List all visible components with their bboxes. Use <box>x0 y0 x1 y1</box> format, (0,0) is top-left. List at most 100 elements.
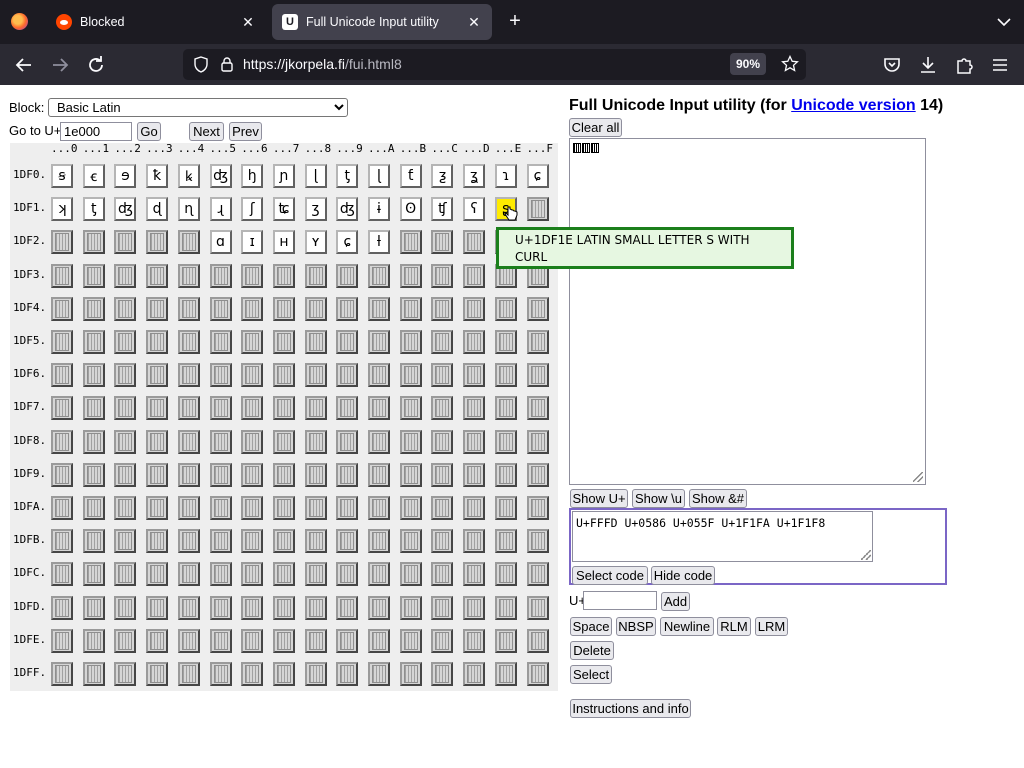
char-cell[interactable] <box>336 562 359 587</box>
char-cell[interactable] <box>431 330 454 354</box>
newline-button[interactable]: Newline <box>660 617 714 636</box>
char-cell[interactable] <box>431 496 454 520</box>
char-cell[interactable] <box>463 562 486 587</box>
char-cell[interactable] <box>241 263 264 288</box>
char-cell[interactable] <box>304 263 327 288</box>
char-cell[interactable] <box>463 330 486 354</box>
char-cell[interactable] <box>272 330 295 354</box>
close-tab-icon[interactable]: ✕ <box>240 14 256 31</box>
char-cell[interactable] <box>494 363 517 388</box>
char-cell[interactable] <box>431 529 454 554</box>
char-cell[interactable] <box>241 628 264 653</box>
add-button[interactable]: Add <box>661 592 690 611</box>
char-cell[interactable] <box>304 496 327 520</box>
char-cell[interactable] <box>494 296 517 321</box>
char-cell[interactable] <box>336 429 359 454</box>
char-cell[interactable]: ɑ <box>209 230 232 255</box>
char-cell[interactable] <box>177 396 200 421</box>
char-cell[interactable] <box>209 628 232 653</box>
shield-icon[interactable] <box>193 56 209 73</box>
char-cell[interactable] <box>146 595 169 620</box>
char-cell[interactable] <box>209 429 232 454</box>
nbsp-button[interactable]: NBSP <box>616 617 656 636</box>
char-cell[interactable] <box>146 562 169 587</box>
char-cell[interactable] <box>177 529 200 554</box>
char-cell[interactable] <box>82 296 105 321</box>
download-icon[interactable] <box>916 53 940 77</box>
output-textarea[interactable] <box>569 138 926 485</box>
show-u-plus-button[interactable]: Show U+ <box>570 489 628 508</box>
char-cell[interactable] <box>494 462 517 487</box>
code-textarea[interactable]: U+FFFD U+0586 U+055F U+1F1FA U+1F1F8 <box>572 511 873 562</box>
char-cell[interactable]: ƭ <box>399 164 422 188</box>
char-cell[interactable] <box>399 595 422 620</box>
char-cell[interactable] <box>526 396 549 421</box>
char-cell[interactable] <box>463 230 486 255</box>
char-cell[interactable] <box>82 462 105 487</box>
char-cell[interactable] <box>114 595 137 620</box>
char-cell[interactable] <box>463 363 486 388</box>
char-cell[interactable]: ʜ <box>272 230 295 255</box>
char-cell[interactable] <box>526 595 549 620</box>
char-cell[interactable] <box>82 263 105 288</box>
char-cell[interactable] <box>82 496 105 520</box>
char-cell[interactable] <box>494 628 517 653</box>
char-cell[interactable] <box>336 595 359 620</box>
char-cell[interactable] <box>209 562 232 587</box>
char-cell[interactable] <box>368 296 390 321</box>
char-cell[interactable] <box>241 363 264 388</box>
char-cell[interactable] <box>82 330 105 354</box>
char-cell[interactable]: ʞ <box>51 197 73 222</box>
show-backslash-u-button[interactable]: Show \u <box>632 489 685 508</box>
char-cell[interactable] <box>368 263 390 288</box>
char-cell[interactable] <box>304 628 327 653</box>
char-cell[interactable] <box>241 296 264 321</box>
char-cell[interactable] <box>431 462 454 487</box>
char-cell[interactable] <box>146 429 169 454</box>
char-cell[interactable] <box>431 595 454 620</box>
char-cell[interactable] <box>368 462 390 487</box>
char-cell[interactable] <box>526 330 549 354</box>
char-cell[interactable] <box>304 396 327 421</box>
char-cell[interactable] <box>463 263 486 288</box>
char-cell[interactable]: ƫ <box>82 197 105 222</box>
char-cell[interactable] <box>399 462 422 487</box>
char-cell[interactable]: ʃ <box>241 197 264 222</box>
char-cell[interactable]: ʤ <box>114 197 137 222</box>
char-cell[interactable] <box>336 330 359 354</box>
url-text[interactable]: https://jkorpela.fi/fui.html8 <box>243 56 402 72</box>
char-cell[interactable] <box>526 429 549 454</box>
char-cell[interactable] <box>241 529 264 554</box>
char-cell[interactable] <box>368 330 390 354</box>
space-button[interactable]: Space <box>570 617 612 636</box>
new-tab-icon[interactable]: + <box>505 10 525 32</box>
goto-input[interactable] <box>60 122 132 141</box>
char-cell[interactable] <box>114 529 137 554</box>
hide-code-button[interactable]: Hide code <box>651 566 715 585</box>
char-cell[interactable] <box>82 662 105 686</box>
char-cell[interactable] <box>177 595 200 620</box>
clear-all-button[interactable]: Clear all <box>569 118 622 137</box>
char-cell[interactable] <box>272 628 295 653</box>
char-cell[interactable] <box>526 496 549 520</box>
char-cell[interactable]: ʤ <box>209 164 232 188</box>
char-cell[interactable] <box>51 330 73 354</box>
char-cell[interactable]: ɕ <box>336 230 359 255</box>
char-cell[interactable] <box>431 429 454 454</box>
char-cell[interactable] <box>51 230 73 255</box>
pocket-icon[interactable] <box>880 53 904 77</box>
menu-icon[interactable] <box>988 53 1012 77</box>
char-cell[interactable] <box>272 529 295 554</box>
char-cell[interactable] <box>272 496 295 520</box>
char-cell[interactable] <box>526 529 549 554</box>
char-cell[interactable] <box>304 562 327 587</box>
char-cell[interactable] <box>241 595 264 620</box>
char-cell[interactable] <box>241 562 264 587</box>
firefox-logo-icon[interactable] <box>11 13 28 30</box>
char-cell[interactable] <box>336 363 359 388</box>
char-cell[interactable] <box>494 496 517 520</box>
char-cell[interactable] <box>336 296 359 321</box>
char-cell[interactable] <box>431 662 454 686</box>
char-cell[interactable] <box>241 330 264 354</box>
char-cell[interactable] <box>399 330 422 354</box>
